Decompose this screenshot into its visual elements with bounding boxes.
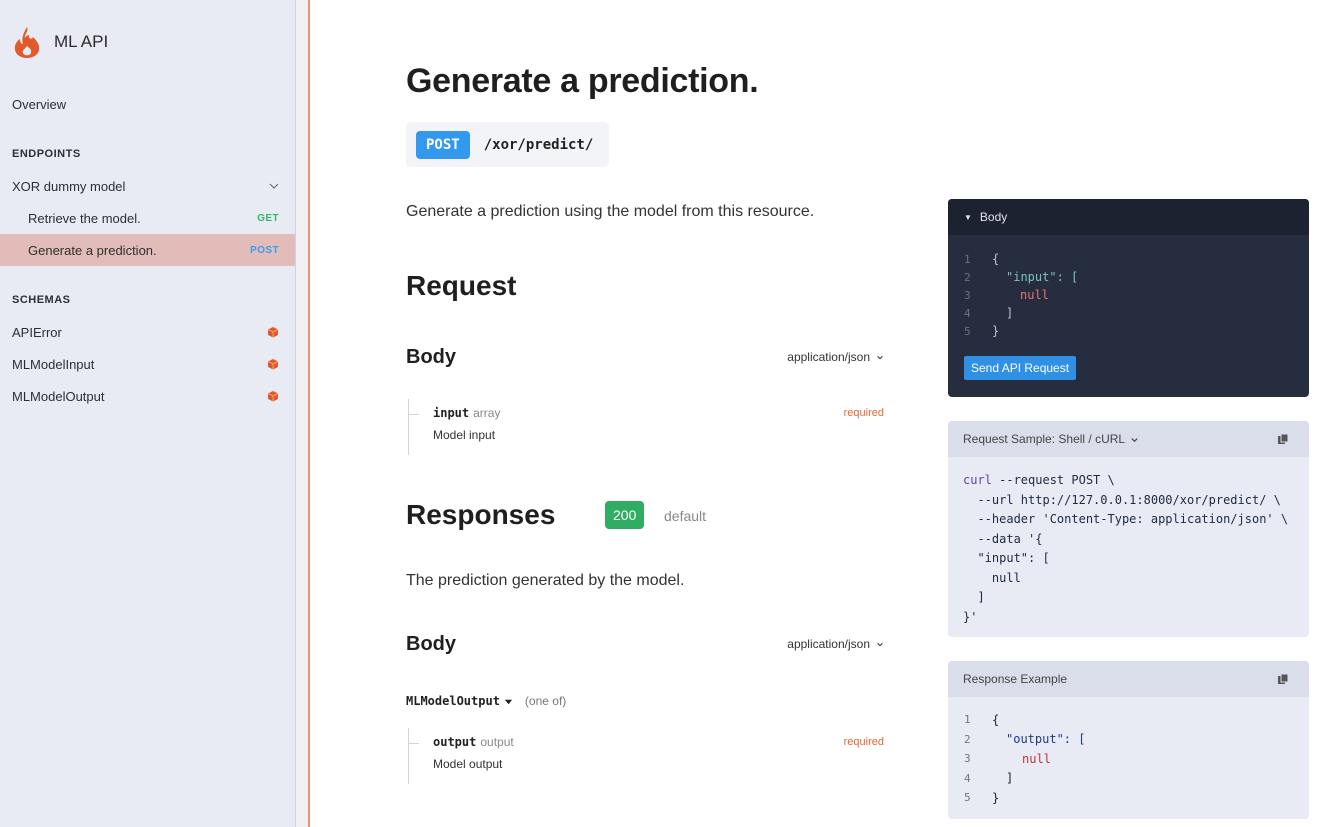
curl-sample-code: curl --request POST \ --url http://127.0… bbox=[948, 457, 1309, 627]
request-sample-title: Request Sample: Shell / cURL bbox=[963, 432, 1126, 446]
property-name: input bbox=[433, 406, 470, 420]
response-body-heading: Body bbox=[406, 633, 456, 655]
sidebar-item-overview[interactable]: Overview bbox=[0, 88, 295, 120]
schema-name: MLModelOutput bbox=[406, 694, 500, 708]
sidebar-item-label: XOR dummy model bbox=[12, 178, 126, 194]
http-method-badge: POST bbox=[416, 130, 470, 159]
curl-keyword: curl bbox=[963, 473, 992, 487]
content-type-value: application/json bbox=[787, 637, 870, 651]
sidebar-item-schema-mlmodeloutput[interactable]: MLModelOutput bbox=[0, 380, 295, 412]
sidebar-item-schema-apierror[interactable]: APIError bbox=[0, 316, 295, 348]
request-sample-panel: Request Sample: Shell / cURL curl --requ… bbox=[948, 421, 1309, 637]
body-collapse-toggle[interactable]: ▼ Body bbox=[948, 199, 1309, 235]
sidebar-item-label: MLModelOutput bbox=[12, 388, 105, 404]
request-heading: Request bbox=[406, 270, 517, 301]
caret-down-icon: ▼ bbox=[964, 212, 972, 222]
endpoint-path: /xor/predict/ bbox=[483, 136, 594, 153]
code-line: --header 'Content-Type: application/json… bbox=[963, 512, 1289, 526]
tree-connector bbox=[409, 414, 419, 415]
code-line: }' bbox=[963, 609, 978, 624]
response-content-type-select[interactable]: application/json bbox=[787, 637, 884, 651]
cube-icon bbox=[267, 391, 279, 402]
chevron-down-icon bbox=[877, 642, 883, 647]
cube-icon bbox=[267, 327, 279, 338]
cube-icon bbox=[267, 359, 279, 370]
response-description: The prediction generated by the model. bbox=[406, 572, 685, 589]
property-type: output bbox=[480, 735, 514, 749]
sidebar-resize-handle[interactable] bbox=[296, 0, 310, 827]
schema-select[interactable]: MLModelOutput bbox=[406, 694, 513, 708]
sidebar-item-generate-prediction[interactable]: Generate a prediction. POST bbox=[0, 234, 295, 266]
code-line: 1{ bbox=[964, 712, 1000, 727]
tree-connector bbox=[409, 743, 419, 744]
chevron-down-icon bbox=[877, 355, 883, 360]
property-description: Model input bbox=[433, 428, 496, 442]
sidebar-item-label: Retrieve the model. bbox=[28, 210, 141, 226]
code-line: 3 null bbox=[964, 288, 1049, 302]
request-property-input: input array Model input required bbox=[408, 399, 884, 455]
sidebar-group-xor-dummy-model[interactable]: XOR dummy model bbox=[0, 170, 295, 202]
status-code-tab-200[interactable]: 200 bbox=[605, 501, 645, 529]
brand[interactable]: ML API bbox=[12, 26, 108, 58]
response-property-output: output output Model output required bbox=[408, 728, 884, 784]
code-line: 2 "input": [ bbox=[964, 270, 1079, 284]
code-line: --url http://127.0.0.1:8000/xor/predict/… bbox=[963, 492, 1281, 507]
oneof-note: (one of) bbox=[524, 694, 567, 708]
code-line: --data '{ bbox=[963, 531, 1043, 546]
sidebar-item-retrieve-model[interactable]: Retrieve the model. GET bbox=[0, 202, 295, 234]
sidebar-item-label: MLModelInput bbox=[12, 356, 95, 372]
chevron-down-icon bbox=[269, 183, 279, 189]
try-it-panel: ▼ Body 1{ 2 "input": [ 3 null 4] 5} Send A… bbox=[948, 199, 1309, 397]
required-label: required bbox=[843, 736, 884, 748]
oneof-selector: MLModelOutput (one of) bbox=[406, 694, 566, 708]
code-line: 3 null bbox=[964, 751, 1051, 766]
responses-heading: Responses bbox=[406, 499, 556, 530]
status-code-tab-default[interactable]: default bbox=[664, 508, 706, 524]
endpoint-badge: POST /xor/predict/ bbox=[406, 122, 610, 167]
method-tag-get: GET bbox=[257, 212, 279, 224]
schemas-header: SCHEMAS bbox=[12, 294, 71, 306]
code-line: 1{ bbox=[964, 252, 1000, 266]
property-description: Model output bbox=[433, 757, 503, 771]
request-body-heading: Body bbox=[406, 346, 456, 368]
copy-icon[interactable] bbox=[1277, 433, 1289, 445]
endpoints-header: ENDPOINTS bbox=[12, 148, 81, 160]
content-type-value: application/json bbox=[787, 350, 870, 364]
code-line: null bbox=[963, 570, 1021, 585]
sidebar-item-schema-mlmodelinput[interactable]: MLModelInput bbox=[0, 348, 295, 380]
code-line: 4] bbox=[964, 306, 1014, 320]
sidebar: ML API Overview ENDPOINTS XOR dummy mode… bbox=[0, 0, 296, 827]
request-content-type-select[interactable]: application/json bbox=[787, 350, 884, 364]
property-name: output bbox=[433, 735, 477, 749]
code-line: ] bbox=[963, 590, 985, 604]
code-line: 2 "output": [ bbox=[964, 732, 1086, 747]
code-line: 4] bbox=[964, 771, 1014, 786]
code-line: "input": [ bbox=[963, 551, 1050, 565]
app-title: ML API bbox=[54, 32, 109, 51]
method-tag-post: POST bbox=[250, 244, 279, 256]
code-line: curl --request POST \ bbox=[963, 473, 1115, 487]
send-api-request-button[interactable]: Send API Request bbox=[964, 356, 1077, 380]
response-example-panel: Response Example 1{ 2 "output": [ 3 null 4… bbox=[948, 661, 1309, 819]
property-type: array bbox=[473, 406, 501, 420]
code-line: 5} bbox=[964, 790, 1000, 805]
request-body-editor[interactable]: 1{ 2 "input": [ 3 null 4] 5} bbox=[948, 235, 1309, 340]
page-title: Generate a prediction. bbox=[406, 62, 759, 100]
chevron-down-icon bbox=[1131, 437, 1138, 442]
sidebar-item-label: Overview bbox=[12, 96, 67, 112]
response-example-title: Response Example bbox=[963, 672, 1068, 686]
flame-logo-icon bbox=[14, 27, 40, 58]
endpoint-description: Generate a prediction using the model fr… bbox=[406, 203, 815, 220]
required-label: required bbox=[843, 407, 884, 419]
sidebar-item-label: Generate a prediction. bbox=[28, 242, 157, 258]
language-select[interactable]: Request Sample: Shell / cURL bbox=[963, 432, 1139, 446]
response-example-code: 1{ 2 "output": [ 3 null 4] 5} bbox=[948, 697, 1309, 808]
panel-title: Body bbox=[979, 210, 1008, 224]
copy-icon[interactable] bbox=[1277, 673, 1289, 685]
sidebar-item-label: APIError bbox=[12, 324, 62, 340]
caret-down-icon bbox=[504, 699, 513, 704]
code-line: 5} bbox=[964, 324, 1000, 338]
